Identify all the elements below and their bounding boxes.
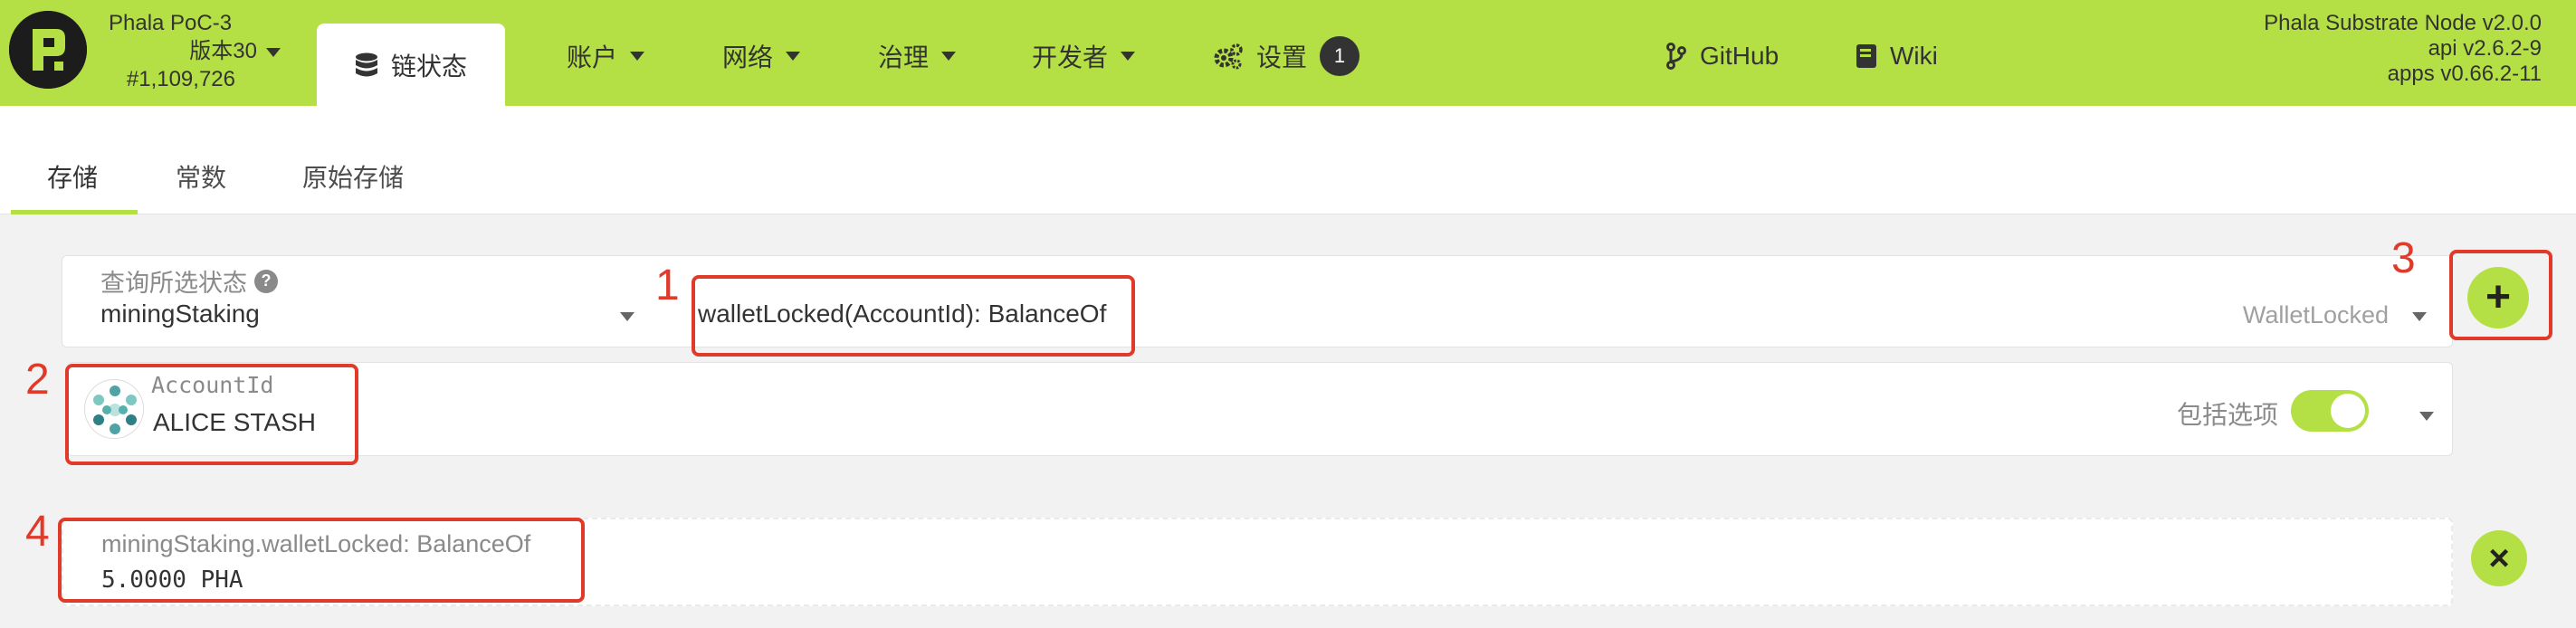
annotation-box-4 bbox=[58, 518, 585, 603]
gears-icon bbox=[1214, 43, 1243, 70]
api-version: api v2.6.2-9 bbox=[2428, 36, 2542, 61]
storage-query-selector: 查询所选状态 ? miningStaking walletLocked(Acco… bbox=[62, 255, 2453, 347]
chain-selector[interactable]: Phala PoC-3 版本30 #1,109,726 bbox=[109, 9, 281, 93]
phala-logo-icon bbox=[9, 11, 87, 89]
nav-menu-accounts-label: 账户 bbox=[567, 43, 618, 71]
chevron-down-icon bbox=[266, 47, 281, 57]
chain-version: 版本30 bbox=[109, 37, 281, 65]
code-branch-icon bbox=[1666, 43, 1686, 70]
nav-link-wiki-label: Wiki bbox=[1890, 42, 1938, 70]
toggle-knob bbox=[2331, 394, 2365, 428]
nav-menu-governance[interactable]: 治理 bbox=[878, 38, 957, 74]
nav-link-github[interactable]: GitHub bbox=[1665, 38, 1779, 74]
nav-menu-network[interactable]: 网络 bbox=[722, 38, 801, 74]
tab-raw-storage[interactable]: 原始存储 bbox=[302, 158, 404, 195]
sub-tabs: 存储 常数 原始存储 bbox=[0, 106, 2576, 214]
chain-name: Phala PoC-3 bbox=[109, 11, 233, 35]
nav-link-github-label: GitHub bbox=[1700, 42, 1779, 70]
nav-menu-developer[interactable]: 开发者 bbox=[1032, 38, 1136, 74]
chevron-down-icon[interactable] bbox=[620, 312, 634, 321]
annotation-box-1 bbox=[692, 275, 1135, 357]
database-icon bbox=[355, 52, 377, 76]
annotation-box-3 bbox=[2449, 250, 2552, 340]
nav-link-wiki[interactable]: Wiki bbox=[1856, 38, 1938, 74]
include-option-toggle[interactable] bbox=[2291, 390, 2369, 432]
chevron-down-icon[interactable] bbox=[2412, 312, 2427, 321]
nav-menu-developer-label: 开发者 bbox=[1032, 43, 1109, 71]
nav-menu-accounts[interactable]: 账户 bbox=[567, 38, 645, 74]
return-type-label: WalletLocked bbox=[2242, 301, 2389, 328]
remove-query-button[interactable]: × bbox=[2471, 530, 2527, 586]
phala-logo[interactable] bbox=[9, 11, 87, 89]
tab-constants[interactable]: 常数 bbox=[176, 158, 226, 195]
help-icon[interactable]: ? bbox=[254, 269, 278, 293]
chevron-down-icon bbox=[941, 52, 957, 61]
annotation-number-3: 3 bbox=[2391, 234, 2416, 282]
tab-storage[interactable]: 存储 bbox=[47, 158, 98, 195]
annotation-number-4: 4 bbox=[25, 508, 50, 556]
include-option-label: 包括选项 bbox=[2177, 401, 2279, 429]
annotation-number-2: 2 bbox=[25, 356, 50, 404]
query-label: 查询所选状态 ? bbox=[100, 263, 278, 299]
chevron-down-icon bbox=[630, 52, 645, 61]
block-number: #1,109,726 bbox=[126, 67, 235, 91]
module-select[interactable]: miningStaking bbox=[100, 300, 260, 328]
top-nav: Phala PoC-3 版本30 #1,109,726 链状态 账户 网络 治理… bbox=[0, 0, 2576, 106]
chevron-down-icon[interactable] bbox=[2419, 412, 2434, 421]
account-id-param: AccountId ALICE STASH 包括选项 bbox=[67, 362, 2453, 456]
active-tab-indicator bbox=[11, 210, 138, 214]
nav-menu-settings[interactable]: 设置 1 bbox=[1213, 36, 1360, 76]
nav-menu-settings-label: 设置 bbox=[1256, 43, 1308, 71]
nav-tab-chain-state-label: 链状态 bbox=[390, 52, 467, 81]
node-name: Phala Substrate Node v2.0.0 bbox=[2264, 11, 2542, 35]
apps-version: apps v0.66.2-11 bbox=[2387, 62, 2542, 86]
nav-menu-network-label: 网络 bbox=[722, 43, 774, 71]
chevron-down-icon bbox=[1121, 52, 1136, 61]
book-icon bbox=[1856, 44, 1876, 68]
query-label-text: 查询所选状态 bbox=[100, 270, 247, 297]
nav-tab-chain-state[interactable]: 链状态 bbox=[317, 24, 505, 106]
notification-badge: 1 bbox=[1320, 36, 1360, 76]
node-version-info: Phala Substrate Node v2.0.0 api v2.6.2-9… bbox=[2264, 11, 2542, 87]
chevron-down-icon bbox=[786, 52, 801, 61]
annotation-number-1: 1 bbox=[655, 262, 680, 309]
annotation-box-2 bbox=[65, 364, 358, 465]
nav-menu-governance-label: 治理 bbox=[878, 43, 930, 71]
